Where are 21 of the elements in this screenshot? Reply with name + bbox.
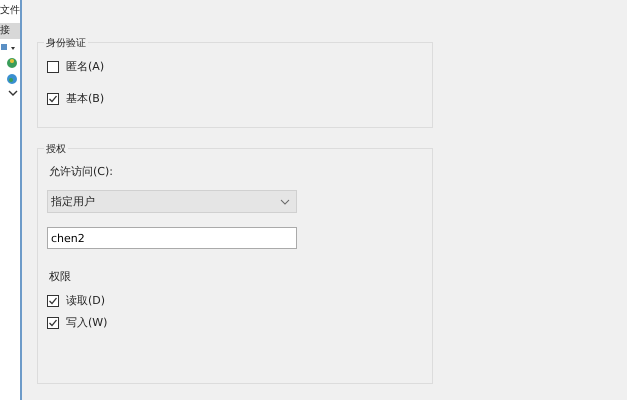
checkbox[interactable]: 读取(D) (47, 293, 106, 308)
section-label: 权限 (49, 269, 72, 284)
user-input-field[interactable]: chen2 (47, 227, 297, 249)
chevron-icon[interactable] (8, 89, 18, 97)
checkbox[interactable]: 匿名(A) (47, 59, 104, 74)
globe-icon[interactable] (6, 57, 18, 69)
checkbox-icon[interactable] (47, 92, 59, 104)
toolbar-icon[interactable] (0, 43, 18, 53)
globe-icon[interactable] (6, 73, 18, 85)
group-title: 授权 (44, 142, 68, 156)
checkbox[interactable]: 基本(B) (47, 91, 104, 106)
group-title: 身份验证 (44, 36, 88, 50)
caret-icon[interactable] (280, 198, 290, 204)
access-dropdown[interactable]: 指定用户 (47, 190, 297, 213)
checkbox[interactable]: 写入(W) (47, 315, 108, 330)
menu-item[interactable]: 文件 (0, 3, 20, 19)
field-label: 允许访问(C): (49, 164, 114, 179)
checkbox-icon[interactable] (47, 60, 59, 72)
checkbox-icon[interactable] (47, 294, 59, 306)
checkbox-icon[interactable] (47, 316, 59, 328)
menu-item[interactable]: 接 (0, 23, 20, 39)
